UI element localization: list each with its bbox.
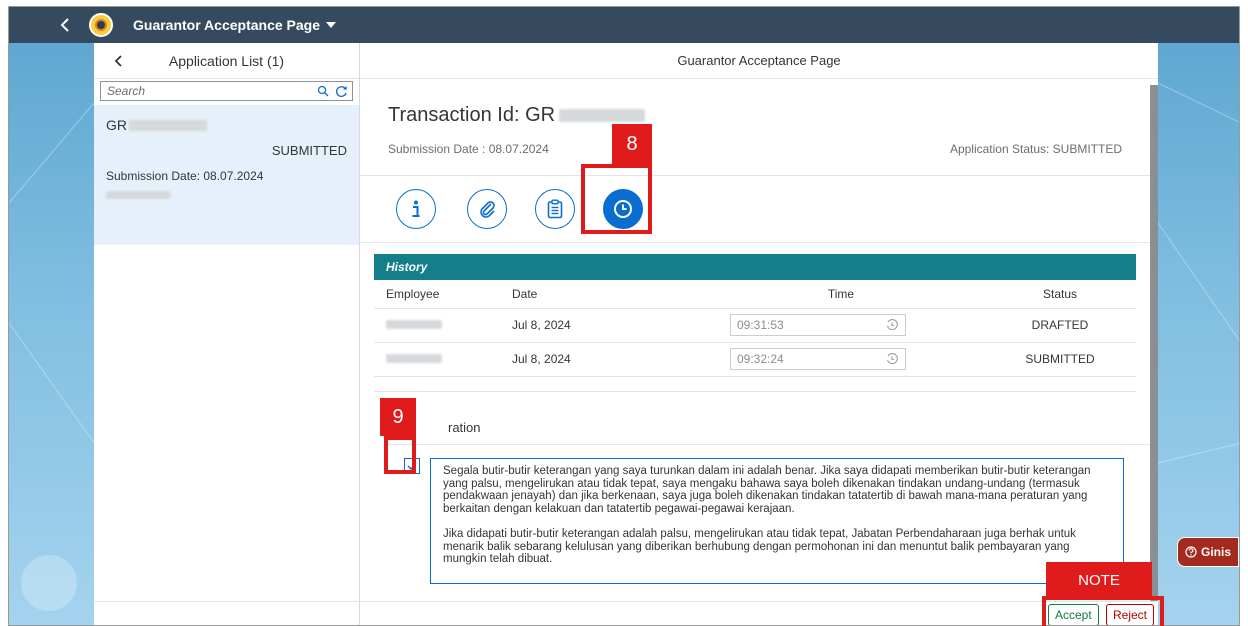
declaration-text: Segala butir-butir keterangan yang saya … xyxy=(430,458,1124,584)
history-status: DRAFTED xyxy=(984,308,1136,343)
history-status: SUBMITTED xyxy=(984,342,1136,377)
detail-header-title: Guarantor Acceptance Page xyxy=(360,43,1158,79)
time-picker[interactable]: 09:32:24 xyxy=(730,348,906,370)
col-time: Time xyxy=(728,280,984,309)
object-header: Transaction Id: GR Submission Date : 08.… xyxy=(360,80,1150,176)
caret-down-icon xyxy=(326,22,336,28)
col-status: Status xyxy=(984,280,1136,309)
table-row: Jul 8, 2024 09:32:24 SUBMITTED xyxy=(374,342,1136,377)
time-picker[interactable]: 09:31:53 xyxy=(730,314,906,336)
time-value: 09:31:53 xyxy=(737,318,784,332)
time-icon[interactable] xyxy=(885,352,899,366)
tab-attachments[interactable] xyxy=(467,189,507,229)
note-highlight xyxy=(1042,596,1164,626)
redacted-value xyxy=(106,191,170,199)
step-9-callout: 9 xyxy=(380,398,416,436)
tab-info[interactable] xyxy=(396,189,436,229)
redacted-employee xyxy=(386,354,442,363)
list-item-submission-date: Submission Date: 08.07.2024 xyxy=(106,169,264,183)
master-panel: Application List (1) Search GR SUBMITTED… xyxy=(94,43,360,625)
shell-title-text: Guarantor Acceptance Page xyxy=(133,17,320,33)
time-icon[interactable] xyxy=(885,318,899,332)
chevron-left-icon xyxy=(114,55,122,67)
declaration-paragraph: Jika didapati butir-butir keterangan ada… xyxy=(443,528,1076,565)
redacted-employee xyxy=(386,320,442,329)
shell-back-button[interactable] xyxy=(45,7,85,43)
col-employee: Employee xyxy=(374,280,512,309)
list-item[interactable]: GR SUBMITTED Submission Date: 08.07.2024 xyxy=(94,105,359,245)
app-logo xyxy=(89,13,113,37)
shell-title[interactable]: Guarantor Acceptance Page xyxy=(133,17,336,33)
divider xyxy=(388,444,1150,445)
shell-bar: Guarantor Acceptance Page xyxy=(9,7,1239,625)
step-8-highlight xyxy=(581,164,652,234)
footer-toolbar: Accept Reject xyxy=(360,601,1158,625)
declaration-title: ration xyxy=(448,420,481,435)
list-item-id: GR xyxy=(106,117,347,133)
clipboard-icon xyxy=(547,199,563,219)
info-icon xyxy=(412,200,420,217)
history-table: History Employee Date Time Status Jul 8,… xyxy=(374,254,1136,377)
table-row: Jul 8, 2024 09:31:53 DRAFTED xyxy=(374,308,1136,343)
redacted-id xyxy=(559,109,646,122)
declaration-paragraph: Segala butir-butir keterangan yang saya … xyxy=(443,465,1091,515)
scrollbar[interactable] xyxy=(1150,85,1158,601)
master-title: Application List (1) xyxy=(168,52,285,69)
detail-panel: Guarantor Acceptance Page Transaction Id… xyxy=(360,43,1158,625)
step-9-highlight xyxy=(384,436,416,474)
declaration-section: ration Segala butir-butir keterangan yan… xyxy=(374,391,1150,584)
transaction-id: Transaction Id: GR xyxy=(388,104,646,127)
master-back-button[interactable] xyxy=(108,51,128,71)
master-footer xyxy=(94,601,360,625)
refresh-icon[interactable] xyxy=(335,85,348,98)
search-input[interactable]: Search xyxy=(100,81,353,101)
note-callout: NOTE xyxy=(1046,562,1152,598)
step-8-callout: 8 xyxy=(612,124,652,164)
list-item-status: SUBMITTED xyxy=(271,143,347,158)
redacted-id xyxy=(129,119,207,131)
application-status: Application Status: SUBMITTED xyxy=(949,142,1122,156)
master-header: Application List (1) xyxy=(94,43,359,79)
search-placeholder: Search xyxy=(107,84,146,98)
ginis-button[interactable]: Ginis xyxy=(1177,537,1239,567)
chevron-left-icon xyxy=(60,18,69,32)
app-frame: Guarantor Acceptance Page Application Li… xyxy=(8,6,1240,626)
attachment-icon xyxy=(480,201,495,218)
ginis-label: Ginis xyxy=(1200,545,1231,559)
search-icon[interactable] xyxy=(317,85,329,97)
icon-tab-bar xyxy=(360,177,1150,243)
help-icon xyxy=(1185,546,1197,558)
col-date: Date xyxy=(512,280,728,309)
tab-details[interactable] xyxy=(535,189,575,229)
time-value: 09:32:24 xyxy=(737,352,784,366)
submission-date: Submission Date : 08.07.2024 xyxy=(388,142,549,156)
history-date: Jul 8, 2024 xyxy=(512,308,728,343)
history-date: Jul 8, 2024 xyxy=(512,342,728,377)
history-title: History xyxy=(374,254,1136,280)
